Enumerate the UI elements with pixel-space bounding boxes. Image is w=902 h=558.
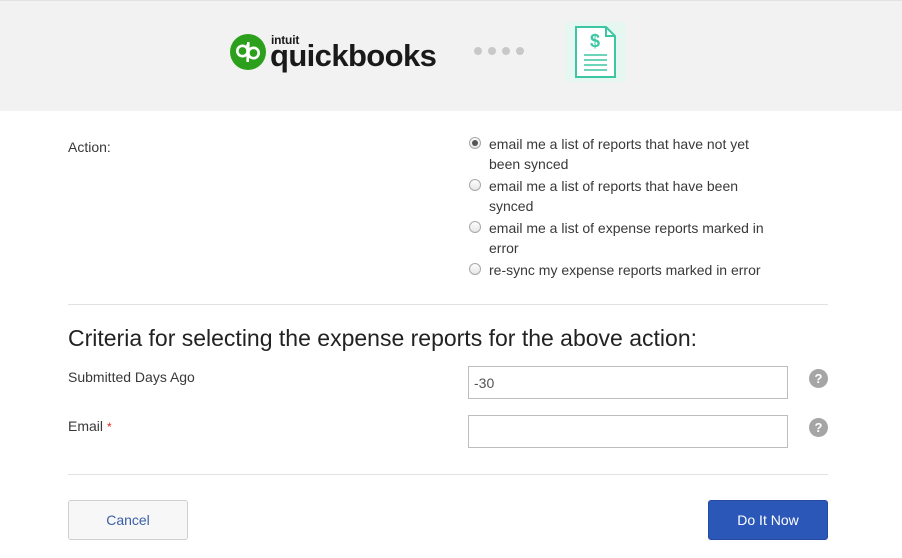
radio-option-not-synced[interactable]: email me a list of reports that have not… — [469, 134, 789, 174]
quickbooks-logo: intuit quickbooks — [230, 32, 440, 74]
qb-logo-icon — [230, 34, 266, 70]
svg-text:$: $ — [590, 31, 600, 51]
header-banner: intuit quickbooks $ — [0, 0, 902, 111]
quickbooks-wordmark: quickbooks — [270, 38, 437, 73]
submitted-days-input[interactable] — [468, 366, 788, 399]
criteria-section-title: Criteria for selecting the expense repor… — [68, 325, 698, 351]
submitted-days-label: Submitted Days Ago — [68, 369, 195, 385]
section-divider — [68, 304, 828, 305]
radio-button-error-list[interactable] — [469, 221, 481, 233]
radio-label-synced[interactable]: email me a list of reports that have bee… — [489, 176, 779, 216]
email-label-text: Email — [68, 418, 104, 434]
radio-label-not-synced[interactable]: email me a list of reports that have not… — [489, 134, 779, 174]
radio-button-synced[interactable] — [469, 179, 481, 191]
cancel-button[interactable]: Cancel — [68, 500, 188, 540]
expense-report-document-icon: $ — [565, 22, 626, 82]
radio-label-resync-errors[interactable]: re-sync my expense reports marked in err… — [489, 260, 779, 280]
required-marker: * — [107, 420, 112, 434]
do-it-now-button[interactable]: Do It Now — [708, 500, 828, 540]
radio-label-error-list[interactable]: email me a list of expense reports marke… — [489, 218, 779, 258]
radio-button-resync-errors[interactable] — [469, 263, 481, 275]
radio-option-error-list[interactable]: email me a list of expense reports marke… — [469, 218, 789, 258]
radio-option-synced[interactable]: email me a list of reports that have bee… — [469, 176, 789, 216]
radio-option-resync-errors[interactable]: re-sync my expense reports marked in err… — [469, 260, 789, 280]
email-label: Email * — [68, 417, 112, 436]
email-input[interactable] — [468, 415, 788, 448]
radio-button-not-synced[interactable] — [469, 137, 481, 149]
email-help-icon[interactable]: ? — [809, 418, 828, 437]
submitted-days-help-icon[interactable]: ? — [809, 369, 828, 388]
action-label: Action: — [68, 139, 111, 155]
footer-divider — [68, 474, 828, 475]
